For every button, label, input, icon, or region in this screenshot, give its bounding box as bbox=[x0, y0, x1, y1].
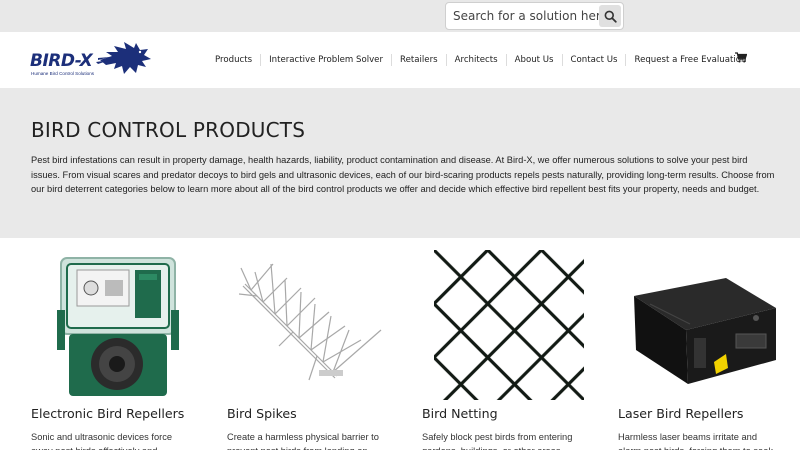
nav-retailers[interactable]: Retailers bbox=[391, 54, 446, 66]
bird-spikes-image[interactable] bbox=[238, 250, 389, 400]
search-icon bbox=[604, 10, 617, 23]
product-title[interactable]: Electronic Bird Repellers bbox=[31, 406, 213, 421]
top-bar bbox=[0, 0, 800, 32]
product-title[interactable]: Bird Spikes bbox=[227, 406, 409, 421]
search-input[interactable] bbox=[453, 4, 605, 28]
nav-products[interactable]: Products bbox=[207, 54, 260, 66]
search-button[interactable] bbox=[599, 5, 621, 27]
product-description: Safely block pest birds from entering ga… bbox=[422, 432, 573, 450]
product-description: Create a harmless physical barrier to pr… bbox=[227, 432, 379, 450]
main-nav: Products Interactive Problem Solver Reta… bbox=[207, 32, 754, 88]
search-box bbox=[445, 2, 624, 30]
product-description: Sonic and ultrasonic devices force away … bbox=[31, 432, 173, 450]
product-card-laser-repellers: Laser Bird Repellers Harmless laser beam… bbox=[618, 250, 800, 450]
laser-repeller-image[interactable] bbox=[630, 250, 780, 400]
shopping-cart-icon[interactable] bbox=[735, 52, 747, 63]
intro-paragraph: Pest bird infestations can result in pro… bbox=[31, 155, 775, 195]
site-header: BIRD-X Humane Bird Control Solutions Pro… bbox=[0, 32, 800, 88]
page-title: BIRD CONTROL PRODUCTS bbox=[31, 118, 306, 142]
nav-about-us[interactable]: About Us bbox=[505, 54, 562, 66]
product-title[interactable]: Bird Netting bbox=[422, 406, 604, 421]
nav-interactive-problem-solver[interactable]: Interactive Problem Solver bbox=[260, 54, 391, 66]
product-description: Harmless laser beams irritate and alarm … bbox=[618, 432, 773, 450]
product-card-bird-netting: Bird Netting Safely block pest birds fro… bbox=[422, 250, 604, 450]
bird-logo-icon bbox=[96, 42, 151, 74]
nav-architects[interactable]: Architects bbox=[445, 54, 506, 66]
product-card-bird-spikes: Bird Spikes Create a harmless physical b… bbox=[227, 250, 409, 450]
intro-section: BIRD CONTROL PRODUCTS Pest bird infestat… bbox=[0, 88, 800, 238]
nav-contact-us[interactable]: Contact Us bbox=[561, 54, 626, 66]
bird-x-logo[interactable]: BIRD-X Humane Bird Control Solutions bbox=[30, 40, 155, 80]
electronic-repeller-image[interactable] bbox=[43, 250, 193, 400]
logo-wordmark: BIRD-X bbox=[30, 51, 93, 71]
logo-tagline: Humane Bird Control Solutions bbox=[31, 71, 95, 76]
product-title[interactable]: Laser Bird Repellers bbox=[618, 406, 800, 421]
bird-netting-image[interactable] bbox=[434, 250, 584, 400]
product-card-electronic-repellers: Electronic Bird Repellers Sonic and ultr… bbox=[31, 250, 213, 450]
